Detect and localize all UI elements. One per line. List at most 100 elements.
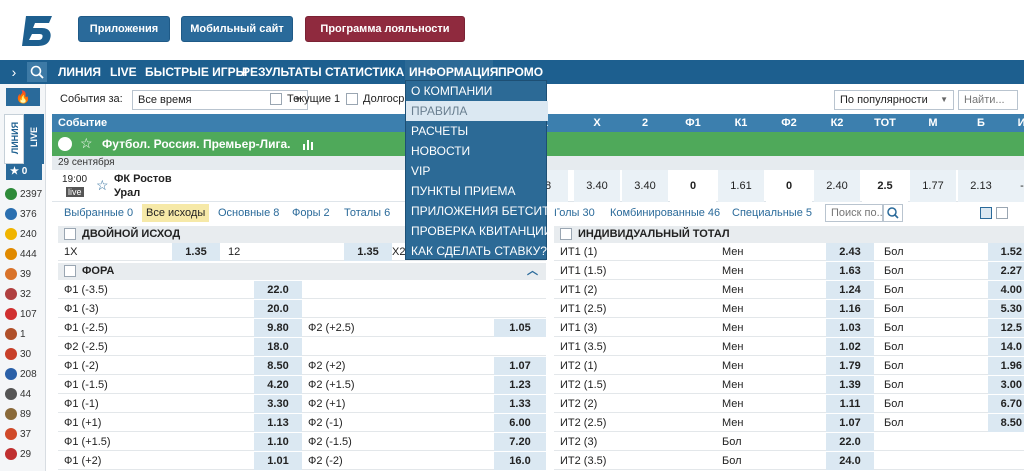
apps-button[interactable]: Приложения	[78, 16, 170, 42]
odds-cell[interactable]: 6.70	[988, 395, 1024, 413]
dropdown-item[interactable]: РАСЧЕТЫ	[406, 121, 548, 141]
current-checkbox[interactable]	[270, 93, 282, 105]
market-tab[interactable]: Комбинированные 46	[610, 204, 720, 222]
chevron-up-icon[interactable]: ︿	[527, 263, 538, 280]
odds-cell[interactable]: 4.00	[988, 281, 1024, 299]
star-outline-icon[interactable]: ☆	[96, 177, 109, 194]
sidebar-sport-item[interactable]: 208	[0, 364, 46, 384]
odds-cell[interactable]: 3.30	[254, 395, 302, 413]
market-tab[interactable]: Все исходы	[142, 204, 210, 222]
sidebar-sport-item[interactable]: 376	[0, 204, 46, 224]
odds-cell[interactable]: 16.0	[494, 452, 546, 470]
sidebar-sport-item[interactable]: 44	[0, 384, 46, 404]
odds-cell[interactable]: 1.10	[254, 433, 302, 451]
search-input[interactable]	[958, 90, 1018, 110]
star-outline-icon[interactable]: ☆	[80, 135, 93, 152]
market-tab[interactable]: Голы 30	[554, 204, 595, 222]
chevron-right-icon[interactable]: ›	[4, 62, 24, 82]
odds-cell[interactable]: 1.16	[826, 300, 874, 318]
section-checkbox[interactable]	[560, 228, 572, 240]
sidebar-sport-item[interactable]: 32	[0, 284, 46, 304]
odds-cell[interactable]: 3.40	[574, 170, 620, 202]
odds-cell[interactable]: 22.0	[254, 281, 302, 299]
nav-line[interactable]: ЛИНИЯ	[58, 60, 101, 84]
sidebar-sport-item[interactable]: 1	[0, 324, 46, 344]
dropdown-item[interactable]: ПУНКТЫ ПРИЕМА	[406, 181, 548, 201]
nav-fast-games[interactable]: БЫСТРЫЕ ИГРЫ	[145, 60, 247, 84]
odds-cell[interactable]: 1.02	[826, 338, 874, 356]
search-icon[interactable]	[883, 204, 903, 222]
odds-cell[interactable]: 3.00	[988, 376, 1024, 394]
odds-cell[interactable]: 14.0	[988, 338, 1024, 356]
odds-cell[interactable]: 2.5	[862, 170, 908, 202]
odds-cell[interactable]: 22.0	[826, 433, 874, 451]
odds-cell[interactable]: 5.30	[988, 300, 1024, 318]
tab-line[interactable]: ЛИНИЯ	[4, 114, 24, 164]
one-column-view-icon[interactable]	[996, 207, 1008, 219]
odds-cell[interactable]: 1.79	[826, 357, 874, 375]
odds-cell[interactable]: 1.96	[988, 357, 1024, 375]
sidebar-sport-item[interactable]: 89	[0, 404, 46, 424]
odds-cell[interactable]: 1.07	[494, 357, 546, 375]
odds-cell[interactable]: 2.27	[988, 262, 1024, 280]
odds-cell[interactable]: 1.61	[718, 170, 764, 202]
sidebar-sport-item[interactable]: 39	[0, 264, 46, 284]
odds-cell[interactable]: 7.20	[494, 433, 546, 451]
dropdown-item[interactable]: VIP	[406, 161, 548, 181]
market-tab[interactable]: Форы 2	[292, 204, 330, 222]
sidebar-sport-item[interactable]: 30	[0, 344, 46, 364]
odds-cell[interactable]: 0	[670, 170, 716, 202]
odds-cell[interactable]: 20.0	[254, 300, 302, 318]
odds-cell[interactable]: -1	[1002, 170, 1024, 202]
sidebar-sport-item[interactable]: 107	[0, 304, 46, 324]
nav-results[interactable]: РЕЗУЛЬТАТЫ	[242, 60, 322, 84]
ind-total-header[interactable]: ИНДИВИДУАЛЬНЫЙ ТОТАЛ	[554, 226, 1024, 243]
odds-cell[interactable]: 18.0	[254, 338, 302, 356]
section-checkbox[interactable]	[64, 265, 76, 277]
odds-cell[interactable]: 1.77	[910, 170, 956, 202]
odds-cell[interactable]: 1.63	[826, 262, 874, 280]
odds-cell[interactable]: 8.50	[254, 357, 302, 375]
mobile-site-button[interactable]: Мобильный сайт	[181, 16, 293, 42]
odds-cell[interactable]: 2.43	[826, 243, 874, 261]
odds-cell[interactable]: 1.52	[988, 243, 1024, 261]
dropdown-item[interactable]: О КОМПАНИИ	[406, 81, 548, 101]
odds-cell[interactable]: 4.20	[254, 376, 302, 394]
odds-cell[interactable]: 1.05	[494, 319, 546, 337]
favorites-item[interactable]: ★ 0	[6, 164, 42, 180]
market-tab[interactable]: Тоталы 6	[344, 204, 390, 222]
dropdown-item[interactable]: ПРОВЕРКА КВИТАНЦИИ	[406, 221, 552, 241]
market-tab[interactable]: Выбранные 0	[64, 204, 133, 222]
odds-cell[interactable]: 8.50	[988, 414, 1024, 432]
odds-cell[interactable]: 1.39	[826, 376, 874, 394]
sort-select[interactable]: По популярности ▼	[834, 90, 954, 110]
odds-cell[interactable]: 0	[766, 170, 812, 202]
odds-cell[interactable]: 1.35	[344, 243, 392, 261]
odds-cell[interactable]: 1.23	[494, 376, 546, 394]
dropdown-item[interactable]: ПРАВИЛА	[406, 101, 548, 121]
sidebar-sport-item[interactable]: 240	[0, 224, 46, 244]
two-column-view-icon[interactable]	[980, 207, 992, 219]
betcity-logo-icon[interactable]	[18, 10, 58, 50]
section-checkbox[interactable]	[64, 228, 76, 240]
fora-header[interactable]: ФОРА ︿	[58, 263, 546, 280]
odds-cell[interactable]: 1.33	[494, 395, 546, 413]
odds-cell[interactable]: 1.03	[826, 319, 874, 337]
tab-live[interactable]: LIVE	[24, 114, 44, 164]
sidebar-sport-item[interactable]: 2397	[0, 184, 46, 204]
stats-icon[interactable]	[302, 138, 314, 150]
odds-cell[interactable]: 24.0	[826, 452, 874, 470]
sidebar-sport-item[interactable]: 444	[0, 244, 46, 264]
loyalty-program-button[interactable]: Программа лояльности	[305, 16, 465, 42]
dropdown-item[interactable]: КАК СДЕЛАТЬ СТАВКУ?	[406, 241, 548, 261]
long-term-checkbox[interactable]	[346, 93, 358, 105]
odds-cell[interactable]: 9.80	[254, 319, 302, 337]
odds-cell[interactable]: 1.07	[826, 414, 874, 432]
odds-cell[interactable]: 1.24	[826, 281, 874, 299]
odds-cell[interactable]: 2.40	[814, 170, 860, 202]
search-icon[interactable]	[27, 62, 47, 82]
dropdown-item[interactable]: НОВОСТИ	[406, 141, 548, 161]
sidebar-sport-item[interactable]: 29	[0, 444, 46, 464]
odds-cell[interactable]: 1.01	[254, 452, 302, 470]
fire-icon[interactable]: 🔥	[6, 88, 40, 106]
